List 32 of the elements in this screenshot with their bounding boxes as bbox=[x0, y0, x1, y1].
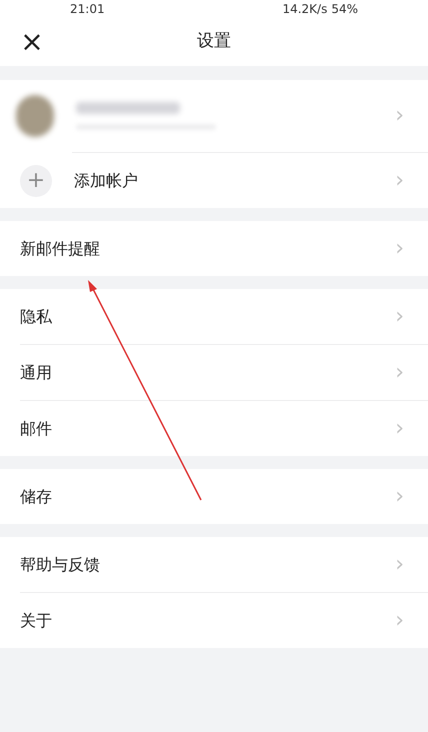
chevron-icon: › bbox=[395, 238, 404, 260]
settings-item[interactable]: 通用 › bbox=[0, 345, 428, 400]
menu-label: 新邮件提醒 bbox=[20, 238, 101, 260]
chevron-icon: › bbox=[395, 306, 404, 328]
page-title: 设置 bbox=[197, 30, 231, 54]
chevron-icon: › bbox=[395, 105, 404, 127]
settings-item[interactable]: 帮助与反馈 › bbox=[0, 537, 428, 592]
close-button[interactable]: × bbox=[16, 28, 48, 56]
menu-label: 隐私 bbox=[20, 306, 53, 328]
settings-item[interactable]: 关于 › bbox=[0, 593, 428, 648]
chevron-icon: › bbox=[395, 362, 404, 384]
menu-label: 储存 bbox=[20, 486, 53, 508]
network-speed: 14.2K/s bbox=[282, 1, 328, 17]
settings-item[interactable]: 储存 › bbox=[0, 469, 428, 524]
menu-label: 通用 bbox=[20, 362, 53, 384]
add-account-item[interactable]: + 添加帐户 › bbox=[0, 153, 428, 208]
chevron-icon: › bbox=[395, 418, 404, 440]
chevron-icon: › bbox=[395, 486, 404, 508]
menu-label: 关于 bbox=[20, 610, 53, 632]
settings-item[interactable]: 邮件 › bbox=[0, 401, 428, 456]
settings-item[interactable]: 隐私 › bbox=[0, 289, 428, 344]
status-time: 21:01 bbox=[70, 1, 105, 17]
menu-label: 帮助与反馈 bbox=[20, 554, 101, 576]
avatar bbox=[16, 95, 54, 137]
battery-level: 54% bbox=[331, 1, 358, 17]
add-icon: + bbox=[20, 164, 52, 196]
menu-label: 邮件 bbox=[20, 418, 53, 440]
menu-label: 添加帐户 bbox=[74, 170, 139, 192]
settings-item[interactable]: 新邮件提醒 › bbox=[0, 221, 428, 276]
chevron-icon: › bbox=[395, 610, 404, 632]
chevron-icon: › bbox=[395, 554, 404, 576]
chevron-icon: › bbox=[395, 170, 404, 192]
